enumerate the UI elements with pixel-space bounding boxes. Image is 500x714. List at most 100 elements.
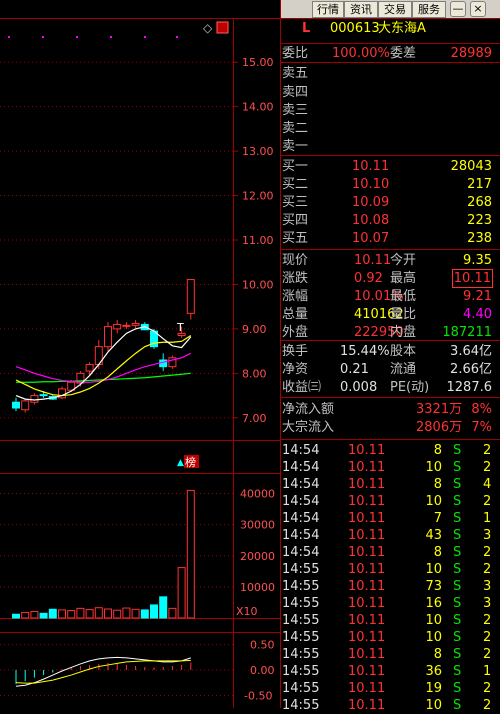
tick-volume: 16 xyxy=(425,596,442,611)
volume-bar[interactable] xyxy=(140,609,149,619)
tick-row: 14:55 10.11 8 S 2 xyxy=(280,646,500,663)
tick-count: 2 xyxy=(483,681,492,696)
volume-bar[interactable] xyxy=(85,609,94,619)
stat-value-2: 187211 xyxy=(442,325,492,340)
volume-bar[interactable] xyxy=(104,608,112,619)
tick-count: 2 xyxy=(483,460,492,475)
sell5-label: 卖五 xyxy=(282,66,309,81)
volume-bar[interactable] xyxy=(150,604,158,619)
buy-label: 买四 xyxy=(282,213,309,228)
price-tick-label: 15.00 xyxy=(242,56,274,69)
tick-side: S xyxy=(453,494,462,509)
tick-row: 14:55 10.11 36 S 1 xyxy=(280,663,500,680)
candle-body[interactable] xyxy=(113,323,122,330)
buy-volume: 238 xyxy=(467,231,492,246)
weibi-label: 委比 xyxy=(282,46,309,61)
tick-side: S xyxy=(453,443,462,458)
buy-row: 买五 10.07 238 xyxy=(280,230,500,247)
stock-header: L 000613 大东海A xyxy=(280,20,500,37)
volume-bar[interactable] xyxy=(12,613,20,619)
stat-label: 涨跌 xyxy=(282,271,309,286)
candle-body[interactable] xyxy=(12,401,20,409)
candle-body[interactable] xyxy=(85,363,94,372)
volume-bar[interactable] xyxy=(168,607,177,619)
tick-count: 2 xyxy=(483,698,492,713)
volume-bar[interactable] xyxy=(122,607,131,619)
tick-side: S xyxy=(453,698,462,713)
tick-side: S xyxy=(453,647,462,662)
candle-body[interactable] xyxy=(122,324,131,327)
stat-value: 10.11 xyxy=(354,253,392,268)
fund-label-2: PE(动) xyxy=(390,380,430,395)
kline-chart[interactable]: 15.00 14.00 13.00 12.00 11.00 10.00 9.00 8.00 7.… xyxy=(0,0,280,708)
diamond-icon[interactable]: ◇ xyxy=(203,21,213,35)
tab-trade[interactable]: 交易 xyxy=(378,1,412,18)
candle-body[interactable] xyxy=(186,279,195,314)
tick-time: 14:55 xyxy=(282,562,320,577)
buy-volume: 268 xyxy=(467,195,492,210)
volume-bar[interactable] xyxy=(76,607,85,619)
close-icon[interactable]: × xyxy=(470,1,486,17)
volume-bar[interactable] xyxy=(30,610,39,619)
volume-bar[interactable] xyxy=(177,567,186,619)
tick-side: S xyxy=(453,545,462,560)
volume-bar[interactable] xyxy=(39,612,48,619)
volume-bar[interactable] xyxy=(159,596,168,619)
tick-count: 3 xyxy=(483,579,492,594)
stat-label-2: 量比 xyxy=(390,307,417,322)
stock-code[interactable]: 000613 xyxy=(330,20,380,37)
volume-bar[interactable] xyxy=(113,609,122,619)
fund-value-2: 2.66亿 xyxy=(450,362,492,377)
candle-body[interactable] xyxy=(30,395,39,403)
volume-bar[interactable] xyxy=(186,489,195,619)
bang-label: 榜 xyxy=(185,455,196,469)
stat-label-2: 今开 xyxy=(390,253,417,268)
volume-tick-label: 10000 xyxy=(240,581,275,594)
candle-body[interactable] xyxy=(104,326,112,348)
tick-side: S xyxy=(453,460,462,475)
flow-pct: 8% xyxy=(471,402,492,417)
fund-value: 0.008 xyxy=(340,380,378,395)
tick-count: 4 xyxy=(483,477,492,492)
tab-service[interactable]: 服务 xyxy=(412,1,446,18)
buy-label: 买二 xyxy=(282,177,309,192)
tick-side: S xyxy=(453,562,462,577)
volume-bar[interactable] xyxy=(67,610,76,619)
candle-body[interactable] xyxy=(21,400,30,411)
sell4-label: 卖四 xyxy=(282,85,309,100)
macd-tick-label: -0.50 xyxy=(244,689,272,702)
volume-bar[interactable] xyxy=(58,609,66,619)
volume-bar[interactable] xyxy=(48,608,57,619)
top-tab-bar: 行情 资讯 交易 服务 — × xyxy=(280,0,500,19)
tick-time: 14:54 xyxy=(282,460,320,475)
tick-volume: 19 xyxy=(425,681,442,696)
candle-body[interactable] xyxy=(131,323,140,326)
tab-market[interactable]: 行情 xyxy=(312,1,344,18)
candle-body[interactable] xyxy=(39,394,48,397)
price-tick-label: 12.00 xyxy=(242,190,274,203)
stat-label: 现价 xyxy=(282,253,309,268)
tick-price: 10.11 xyxy=(348,511,386,526)
price-tick-label: 14.00 xyxy=(242,101,274,114)
tick-row: 14:55 10.11 19 S 2 xyxy=(280,680,500,697)
tick-row: 14:55 10.11 73 S 3 xyxy=(280,578,500,595)
price-tick-label: 9.00 xyxy=(242,323,267,336)
price-tick-label: 11.00 xyxy=(242,234,274,247)
close-panel-icon[interactable] xyxy=(216,21,229,34)
flow-value: 2806万 xyxy=(416,420,463,435)
flow-row: 大宗流入 2806万 7% xyxy=(280,419,500,436)
stat-row: 现价 10.11 今开 9.35 xyxy=(280,252,500,269)
stat-row: 外盘 222950 内盘 187211 xyxy=(280,324,500,341)
minimize-icon[interactable]: — xyxy=(450,1,466,17)
volume-bar[interactable] xyxy=(21,611,30,619)
fund-label-2: 股本 xyxy=(390,344,417,359)
tab-news[interactable]: 资讯 xyxy=(344,1,378,18)
volume-bar[interactable] xyxy=(94,607,103,619)
volume-bar[interactable] xyxy=(131,608,140,619)
buy-volume: 28043 xyxy=(450,159,492,174)
fund-row: 净资 0.21 流通 2.66亿 xyxy=(280,361,500,378)
tick-side: S xyxy=(453,681,462,696)
tick-volume: 7 xyxy=(433,511,442,526)
stock-name[interactable]: 大东海A xyxy=(378,20,426,37)
volume-unit: X10 xyxy=(236,605,258,618)
